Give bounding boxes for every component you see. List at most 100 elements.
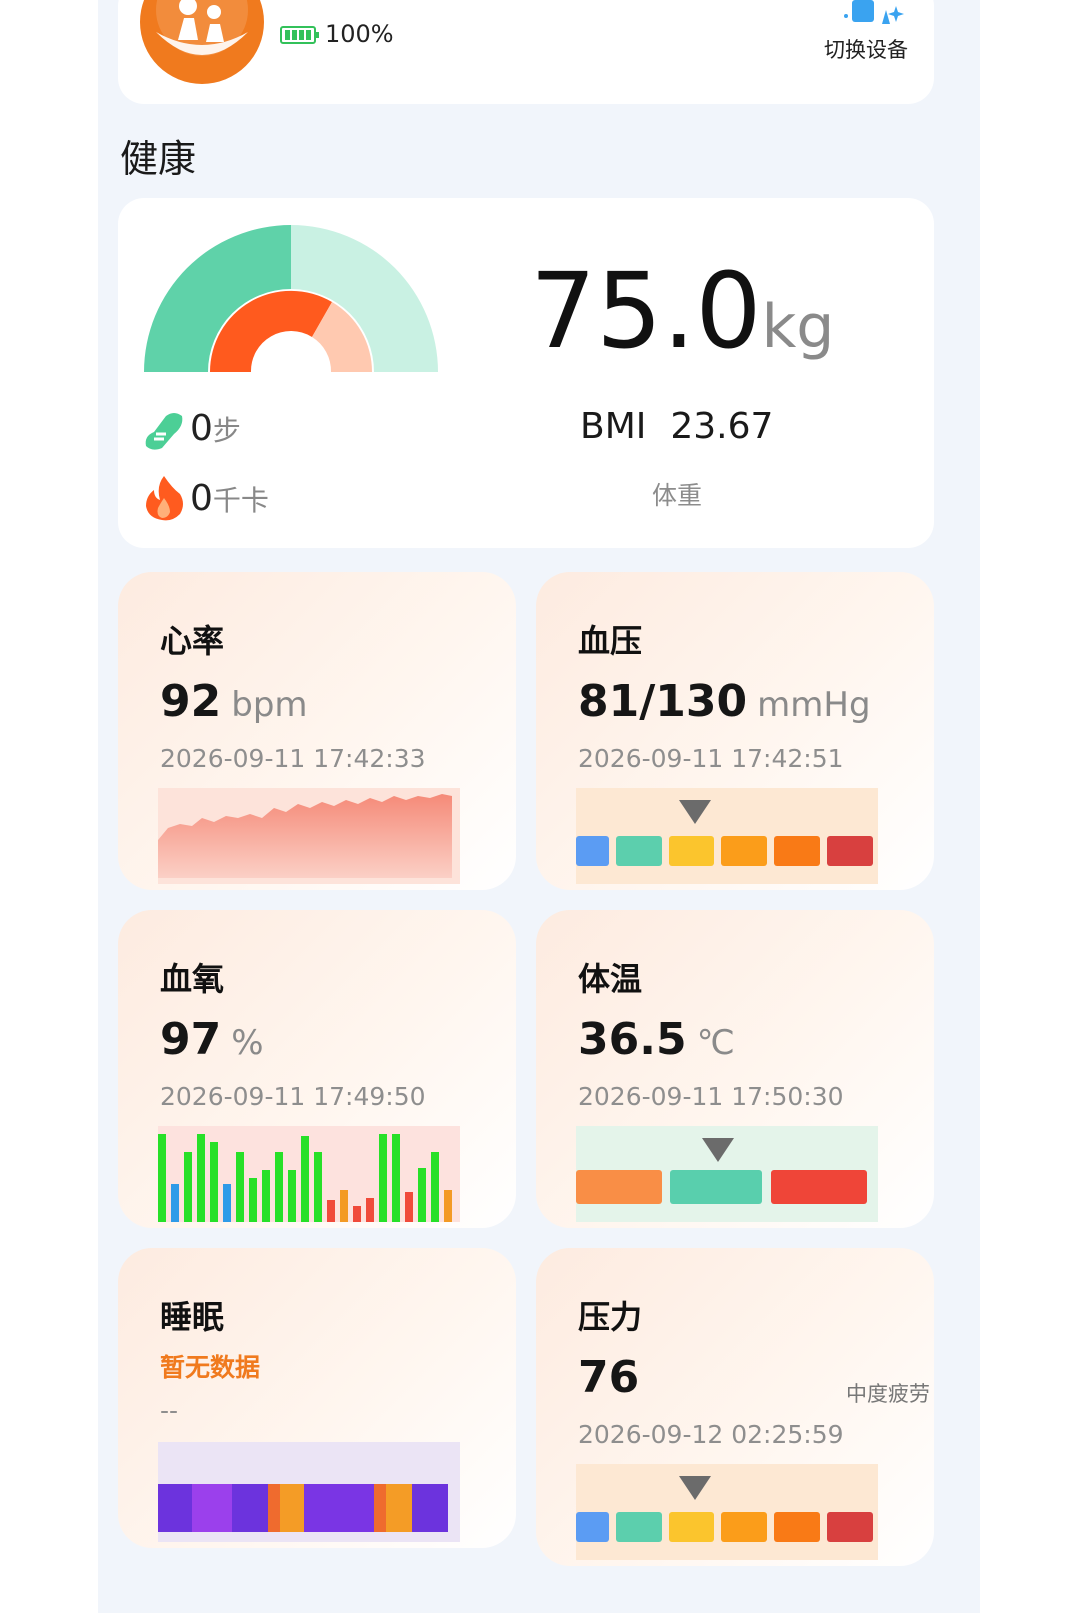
steps-value: 0 xyxy=(190,408,213,449)
weight-value: 75.0 xyxy=(530,250,762,372)
stress-scale-segment xyxy=(721,1512,767,1542)
sleep-stage-segment xyxy=(192,1484,232,1532)
shoe-icon xyxy=(142,408,186,456)
heart-rate-card[interactable]: 心率 92 bpm 2026-09-11 17:42:33 xyxy=(118,572,516,890)
spo2-bar xyxy=(327,1200,335,1222)
sleep-status: 暂无数据 xyxy=(160,1353,261,1382)
device-card: 100% 切换设备 xyxy=(118,0,934,104)
health-page: 100% 切换设备 健康 0步 0千卡 75.0kg BMI 23.67 体重 … xyxy=(98,0,980,1613)
spo2-bar xyxy=(353,1206,361,1222)
switch-device-label: 切换设备 xyxy=(824,38,908,62)
calories-unit: 千卡 xyxy=(212,484,269,517)
weight-caption: 体重 xyxy=(652,481,703,510)
spo2-bar xyxy=(301,1136,309,1222)
spo2-bar xyxy=(236,1152,244,1222)
temperature-card[interactable]: 体温 36.5 ℃ 2026-09-11 17:50:30 xyxy=(536,910,934,1228)
blood-pressure-value: 81/130 xyxy=(578,676,748,727)
heart-rate-time: 2026-09-11 17:42:33 xyxy=(160,744,426,773)
battery-level: 100% xyxy=(325,20,394,48)
spo2-bar xyxy=(210,1142,218,1222)
spo2-bar xyxy=(392,1134,400,1222)
sleep-stage-segment xyxy=(374,1484,386,1532)
temperature-title: 体温 xyxy=(578,960,643,998)
bp-scale-segment xyxy=(669,836,714,866)
spo2-bar xyxy=(158,1134,166,1222)
blood-oxygen-card[interactable]: 血氧 97% 2026-09-11 17:49:50 xyxy=(118,910,516,1228)
heart-rate-sparkline xyxy=(158,788,460,884)
temp-scale-segment xyxy=(771,1170,867,1204)
temperature-value-row: 36.5 ℃ xyxy=(578,1014,735,1065)
stress-scale-segment xyxy=(669,1512,714,1542)
spo2-bar xyxy=(431,1152,439,1222)
switch-device-button[interactable]: 切换设备 xyxy=(818,0,926,82)
weight-unit: kg xyxy=(761,292,835,362)
stress-scale-segment xyxy=(827,1512,873,1542)
sleep-title: 睡眠 xyxy=(160,1298,225,1336)
stress-card[interactable]: 压力 76 中度疲劳 2026-09-12 02:25:59 xyxy=(536,1248,934,1566)
sleep-card[interactable]: 睡眠 暂无数据 -- xyxy=(118,1248,516,1548)
spo2-bar xyxy=(288,1170,296,1222)
sleep-time: -- xyxy=(160,1396,179,1425)
steps-readout: 0步 xyxy=(190,408,241,449)
stress-title: 压力 xyxy=(578,1298,643,1336)
weight-readout: 75.0kg xyxy=(530,250,834,372)
steps-unit: 步 xyxy=(212,414,241,447)
stress-scale xyxy=(576,1464,878,1560)
calories-readout: 0千卡 xyxy=(190,478,269,519)
battery-full-icon xyxy=(280,26,319,44)
temperature-marker xyxy=(702,1138,734,1162)
bp-scale-segment xyxy=(827,836,873,866)
heart-rate-value: 92 xyxy=(160,676,222,727)
sleep-stage-segment xyxy=(386,1484,412,1532)
spo2-bar xyxy=(275,1152,283,1222)
blood-pressure-unit: mmHg xyxy=(757,685,871,725)
bmi-value: 23.67 xyxy=(670,406,774,447)
blood-oxygen-title: 血氧 xyxy=(160,960,225,998)
spo2-bar xyxy=(418,1168,426,1222)
spo2-bar xyxy=(197,1134,205,1222)
bp-scale-segment xyxy=(721,836,767,866)
stress-value: 76 xyxy=(578,1352,640,1403)
stress-level: 中度疲劳 xyxy=(846,1382,930,1406)
spo2-bar xyxy=(379,1134,387,1222)
sleep-stage-segment xyxy=(280,1484,304,1532)
stress-scale-segment xyxy=(774,1512,820,1542)
heart-rate-value-row: 92 bpm xyxy=(160,676,308,727)
calories-value: 0 xyxy=(190,478,213,519)
blood-oxygen-time: 2026-09-11 17:49:50 xyxy=(160,1082,426,1111)
sleep-stage-segment xyxy=(158,1484,192,1532)
blood-pressure-value-row: 81/130 mmHg xyxy=(578,676,871,727)
sleep-stage-segment xyxy=(232,1484,268,1532)
spo2-bar xyxy=(262,1170,270,1222)
heart-rate-title: 心率 xyxy=(160,622,225,660)
activity-gauge xyxy=(144,225,438,372)
temperature-scale xyxy=(576,1126,878,1222)
spo2-bar xyxy=(223,1184,231,1222)
blood-oxygen-unit: % xyxy=(231,1023,264,1063)
sleep-stage-segment xyxy=(304,1484,374,1532)
section-title: 健康 xyxy=(120,137,197,181)
blood-oxygen-value: 97 xyxy=(160,1014,222,1065)
spo2-bar xyxy=(314,1152,322,1222)
family-care-logo-icon xyxy=(156,0,248,56)
blood-pressure-marker xyxy=(679,800,711,824)
sleep-stage-segment xyxy=(268,1484,280,1532)
blood-pressure-card[interactable]: 血压 81/130 mmHg 2026-09-11 17:42:51 xyxy=(536,572,934,890)
avatar[interactable] xyxy=(140,0,264,84)
flame-icon xyxy=(142,474,186,526)
temp-scale-segment xyxy=(670,1170,762,1204)
spo2-bar xyxy=(444,1190,452,1222)
stress-time: 2026-09-12 02:25:59 xyxy=(578,1420,844,1449)
spo2-bar xyxy=(171,1184,179,1222)
sleep-stage-segment xyxy=(412,1484,448,1532)
blood-pressure-time: 2026-09-11 17:42:51 xyxy=(578,744,844,773)
spo2-bar xyxy=(340,1190,348,1222)
temperature-time: 2026-09-11 17:50:30 xyxy=(578,1082,844,1111)
switch-device-icon xyxy=(844,0,904,24)
bp-scale-segment xyxy=(616,836,662,866)
blood-oxygen-value-row: 97% xyxy=(160,1014,264,1065)
spo2-bar xyxy=(405,1192,413,1222)
bp-scale-segment xyxy=(576,836,609,866)
sleep-stage-bar xyxy=(158,1442,460,1542)
summary-card[interactable]: 0步 0千卡 75.0kg BMI 23.67 体重 xyxy=(118,198,934,548)
